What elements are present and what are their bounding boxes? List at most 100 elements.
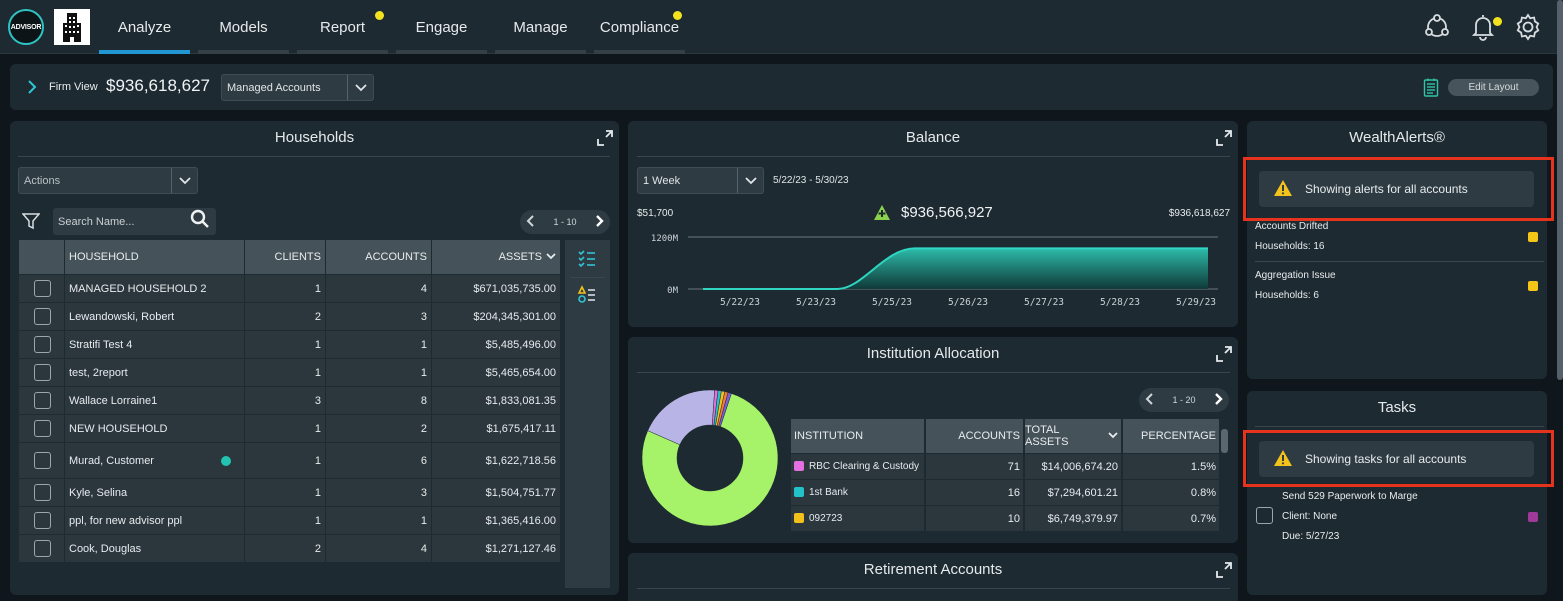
pager-label: 1 - 10 xyxy=(553,217,577,227)
column-header-clients[interactable]: CLIENTS xyxy=(245,240,325,274)
assets-value: $1,622,718.56 xyxy=(485,454,556,467)
row-checkbox[interactable] xyxy=(34,540,51,557)
institution-name[interactable]: 1st Bank xyxy=(806,480,924,505)
household-name[interactable]: Kyle, Selina xyxy=(65,479,244,506)
shapes-filter-icon[interactable] xyxy=(577,285,597,305)
alert-item-detail: Households: 6 xyxy=(1255,290,1319,301)
search-input[interactable]: Search Name... xyxy=(53,208,216,235)
row-checkbox[interactable] xyxy=(34,336,51,353)
household-name[interactable]: Murad, Customer xyxy=(65,443,244,478)
client-count: 1 xyxy=(314,282,321,295)
tab-report[interactable]: Report xyxy=(297,0,388,54)
table-scrollbar[interactable] xyxy=(1221,429,1228,453)
select-all-header[interactable] xyxy=(19,240,64,274)
row-checkbox[interactable] xyxy=(34,308,51,325)
assets-value: $5,465,654.00 xyxy=(485,366,556,379)
expand-icon[interactable] xyxy=(1216,346,1232,362)
tasks-title: Tasks xyxy=(1377,399,1417,416)
column-list-icon[interactable] xyxy=(577,248,597,268)
alerts-banner[interactable]: Showing alerts for all accounts xyxy=(1259,171,1534,207)
expand-icon[interactable] xyxy=(1216,562,1232,578)
x-tick-label: 5/23/23 xyxy=(796,297,836,308)
pager-label: 1 - 20 xyxy=(1172,395,1196,405)
household-name[interactable]: Stratifi Test 4 xyxy=(65,331,244,358)
institution-name[interactable]: 092723 xyxy=(806,506,924,531)
y-tick-label: 1200M xyxy=(651,234,679,244)
assets-value: $671,035,735.00 xyxy=(473,282,556,295)
task-title[interactable]: Send 529 Paperwork to Marge xyxy=(1282,491,1418,502)
household-name[interactable]: MANAGED HOUSEHOLD 2 xyxy=(65,275,244,302)
row-checkbox[interactable] xyxy=(34,280,51,297)
client-count: 1 xyxy=(314,422,321,435)
total-assets-header-label: TOTAL ASSETS xyxy=(1025,424,1069,448)
row-checkbox[interactable] xyxy=(34,484,51,501)
chevron-right-icon[interactable] xyxy=(1213,393,1223,407)
chevron-right-icon[interactable] xyxy=(594,215,604,229)
alert-item-name[interactable]: Accounts Drifted xyxy=(1255,221,1328,232)
tasks-banner-text: Showing tasks for all accounts xyxy=(1305,452,1467,466)
tab-analyze[interactable]: Analyze xyxy=(99,0,190,54)
advisor-logo[interactable]: ADVISOR xyxy=(8,9,44,45)
end-value: $936,618,627 xyxy=(1168,208,1230,219)
household-name[interactable]: ppl, for new advisor ppl xyxy=(65,507,244,534)
institution-color-swatch xyxy=(794,461,804,471)
filter-icon[interactable] xyxy=(21,212,41,230)
gear-icon[interactable] xyxy=(1512,11,1544,43)
chevron-left-icon[interactable] xyxy=(1145,393,1155,407)
retirement-title: Retirement Accounts xyxy=(863,561,1003,578)
assets-value: $1,675,417.11 xyxy=(486,422,556,435)
institution-name[interactable]: RBC Clearing & Custody xyxy=(806,454,924,479)
column-header-accounts[interactable]: ACCOUNTS xyxy=(326,240,431,274)
tab-engage[interactable]: Engage xyxy=(396,0,487,54)
firm-total-value: $936,618,627 xyxy=(106,76,210,95)
institution-color-swatch xyxy=(794,487,804,497)
notepad-icon[interactable] xyxy=(1423,78,1439,97)
tab-label: Report xyxy=(319,18,366,36)
actions-select[interactable]: Actions xyxy=(18,167,198,194)
view-select[interactable]: Managed Accounts xyxy=(221,74,374,101)
tab-manage[interactable]: Manage xyxy=(495,0,586,54)
row-checkbox[interactable] xyxy=(34,452,51,469)
alert-item-name[interactable]: Aggregation Issue xyxy=(1255,270,1336,281)
household-name[interactable]: Lewandowski, Robert xyxy=(65,303,244,330)
column-header-assets[interactable]: ASSETS xyxy=(432,240,560,274)
row-checkbox[interactable] xyxy=(34,512,51,529)
divider xyxy=(1255,426,1544,427)
column-header-percentage[interactable]: PERCENTAGE xyxy=(1123,419,1219,453)
chevron-left-icon[interactable] xyxy=(526,215,536,229)
tab-compliance[interactable]: Compliance xyxy=(594,0,685,54)
column-header-household[interactable]: HOUSEHOLD xyxy=(65,240,244,274)
page-scrollbar[interactable] xyxy=(1557,0,1563,380)
household-name[interactable]: NEW HOUSEHOLD xyxy=(65,415,244,442)
household-name[interactable]: test, 2report xyxy=(65,359,244,386)
y-tick-label: 0M xyxy=(667,286,678,296)
bell-icon[interactable] xyxy=(1467,11,1502,43)
network-icon[interactable] xyxy=(1421,11,1453,43)
tab-models[interactable]: Models xyxy=(198,0,289,54)
institution-title: Institution Allocation xyxy=(866,345,1000,362)
expand-icon[interactable] xyxy=(597,130,613,146)
total-assets-value: $14,006,674.20 xyxy=(1041,460,1118,473)
column-header-total-assets[interactable]: TOTAL ASSETS xyxy=(1025,419,1121,453)
building-logo-icon[interactable] xyxy=(54,9,90,45)
expand-icon[interactable] xyxy=(1216,130,1232,146)
chevron-right-icon[interactable] xyxy=(25,78,39,96)
period-select[interactable]: 1 Week xyxy=(637,167,764,194)
column-header-institution[interactable]: INSTITUTION xyxy=(791,419,924,453)
account-count: 8 xyxy=(420,394,427,407)
row-checkbox[interactable] xyxy=(34,392,51,409)
row-checkbox[interactable] xyxy=(34,364,51,381)
client-count: 2 xyxy=(314,542,321,555)
row-checkbox[interactable] xyxy=(34,420,51,437)
task-checkbox[interactable] xyxy=(1256,507,1273,524)
start-value: $51,700 xyxy=(637,208,674,219)
institution-pager: 1 - 20 xyxy=(1139,388,1229,412)
tasks-banner[interactable]: Showing tasks for all accounts xyxy=(1259,441,1534,477)
edit-layout-button[interactable]: Edit Layout xyxy=(1448,79,1539,96)
column-header-accounts[interactable]: ACCOUNTS xyxy=(926,419,1023,453)
household-name[interactable]: Cook, Douglas xyxy=(65,535,244,562)
household-name[interactable]: Wallace Lorraine1 xyxy=(65,387,244,414)
tab-label: Models xyxy=(219,18,268,36)
alert-item-detail: Households: 16 xyxy=(1255,241,1325,252)
search-icon[interactable] xyxy=(190,209,216,234)
